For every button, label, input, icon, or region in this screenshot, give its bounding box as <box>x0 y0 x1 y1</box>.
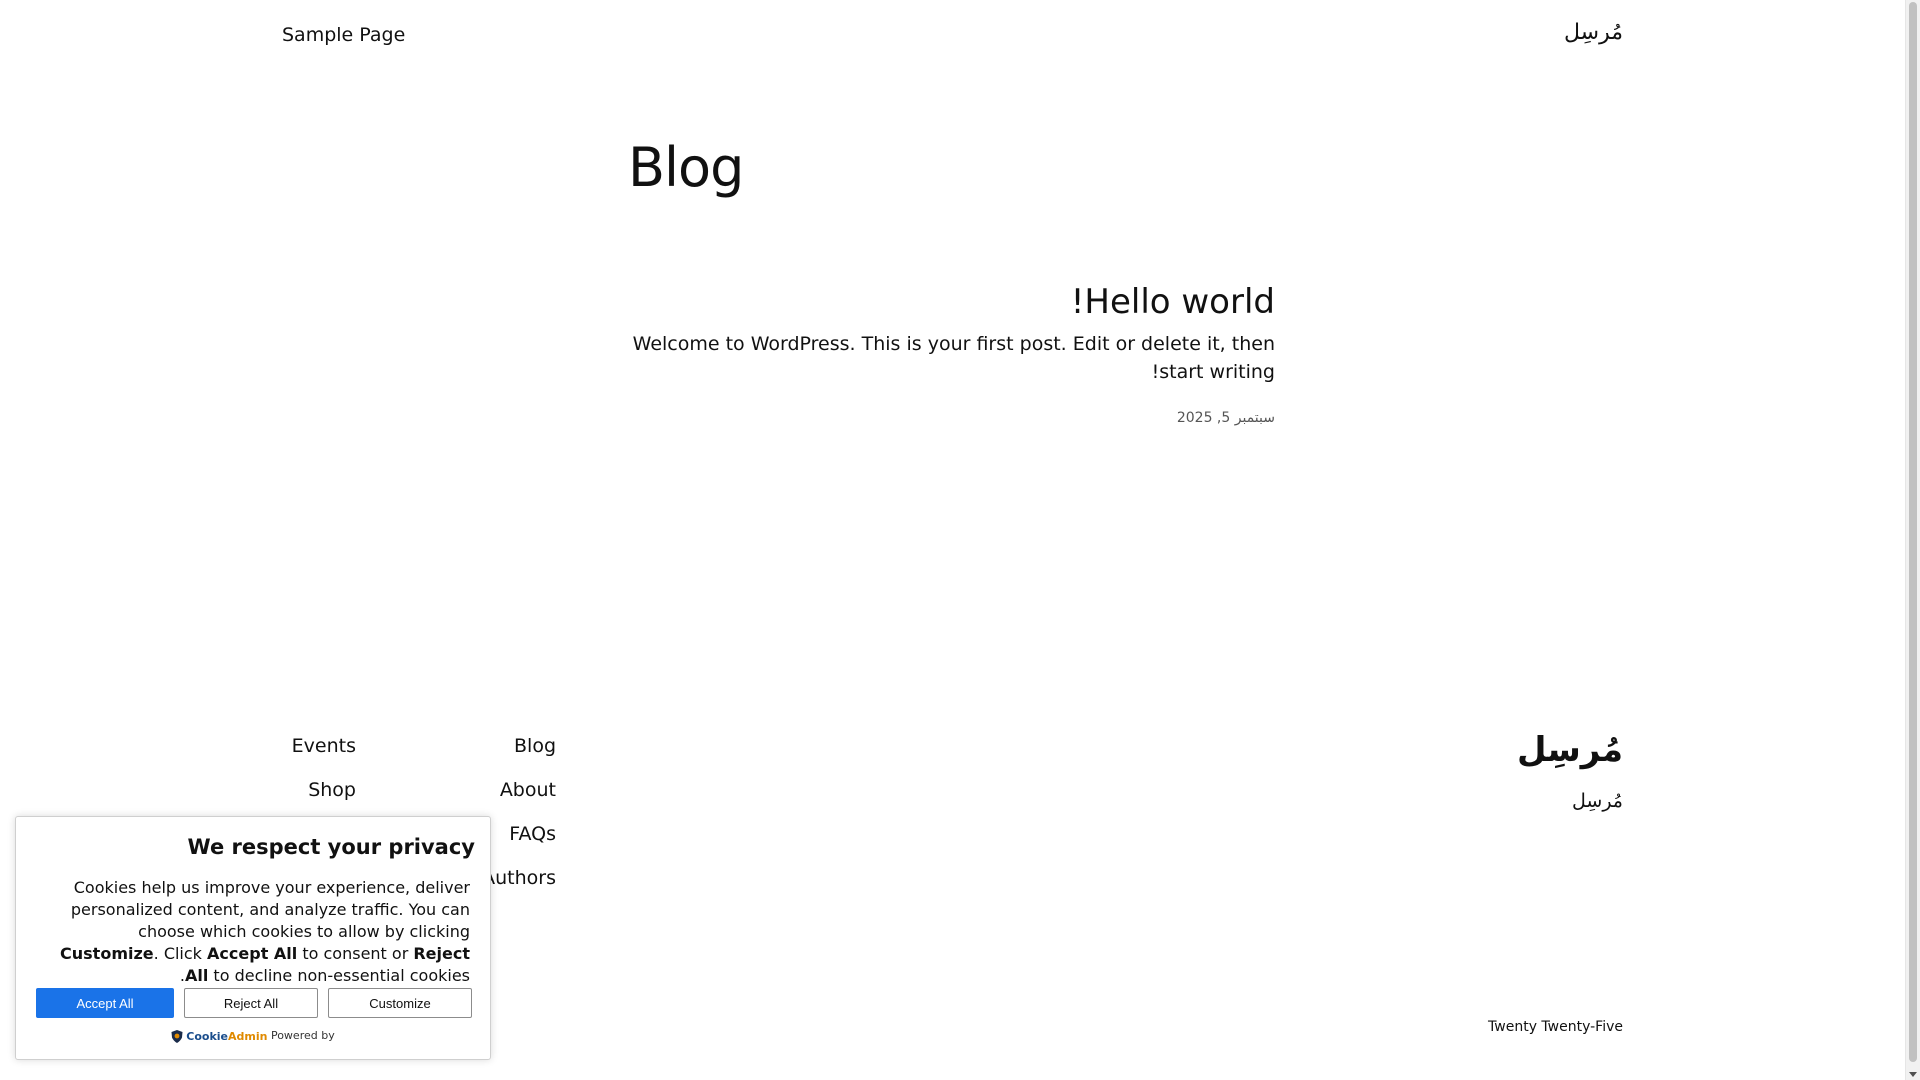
shield-icon <box>171 1029 183 1043</box>
cookie-banner-text: Cookies help us improve your experience,… <box>38 877 470 987</box>
accept-all-button[interactable]: Accept All <box>36 988 174 1018</box>
post-title[interactable]: Hello world! <box>628 280 1275 324</box>
vertical-scrollbar[interactable] <box>1905 0 1920 1080</box>
cookie-text-part: to decline non-essential cookies. <box>179 966 470 985</box>
cookie-text-accept: Accept All <box>207 944 298 963</box>
cookie-banner-title: We respect your privacy <box>187 835 475 859</box>
logo-part-admin: Admin <box>228 1029 268 1043</box>
post-excerpt: Welcome to WordPress. This is your first… <box>632 333 1275 383</box>
footer-credit[interactable]: Twenty Twenty-Five <box>1488 1019 1623 1035</box>
reject-all-button[interactable]: Reject All <box>184 988 318 1018</box>
cookie-text-part: Cookies help us improve your experience,… <box>70 878 470 941</box>
page-title: Blog <box>628 136 744 199</box>
footer-link-shop[interactable]: Shop <box>236 768 356 812</box>
footer-link-blog[interactable]: Blog <box>396 724 556 768</box>
cookie-text-customize: Customize <box>60 944 154 963</box>
powered-by-text: Powered by <box>270 1029 335 1042</box>
footer-tagline: مُرسِل <box>1572 790 1623 812</box>
footer-link-about[interactable]: About <box>396 768 556 812</box>
cookie-text-part: to consent or <box>297 944 414 963</box>
footer-link-events[interactable]: Events <box>236 724 356 768</box>
logo-part-cookie: Cookie <box>186 1029 228 1043</box>
site-title-link[interactable]: مُرسِل <box>1564 20 1623 45</box>
cookie-buttons: Accept All Reject All Customize <box>36 988 472 1018</box>
nav-link-sample-page[interactable]: Sample Page <box>282 24 405 46</box>
customize-button[interactable]: Customize <box>328 988 472 1018</box>
footer-nav-secondary: Events Shop <box>236 724 356 812</box>
cookieadmin-logo-text: CookieAdmin <box>186 1030 267 1043</box>
scrollbar-thumb[interactable] <box>1909 2 1917 1062</box>
cookie-text-part: . Click <box>153 944 208 963</box>
cookie-consent-banner: We respect your privacy Cookies help us … <box>15 816 491 1060</box>
post-item: Hello world! Welcome to WordPress. This … <box>628 280 1275 426</box>
post-date[interactable]: سبتمبر 5, 2025 <box>628 410 1275 426</box>
cookie-powered-by: CookieAdmin Powered by <box>16 1029 490 1043</box>
footer-site-title[interactable]: مُرسِل <box>1517 730 1623 770</box>
cookieadmin-logo[interactable]: CookieAdmin <box>171 1029 267 1043</box>
scroll-down-arrow-icon[interactable] <box>1909 1072 1917 1077</box>
